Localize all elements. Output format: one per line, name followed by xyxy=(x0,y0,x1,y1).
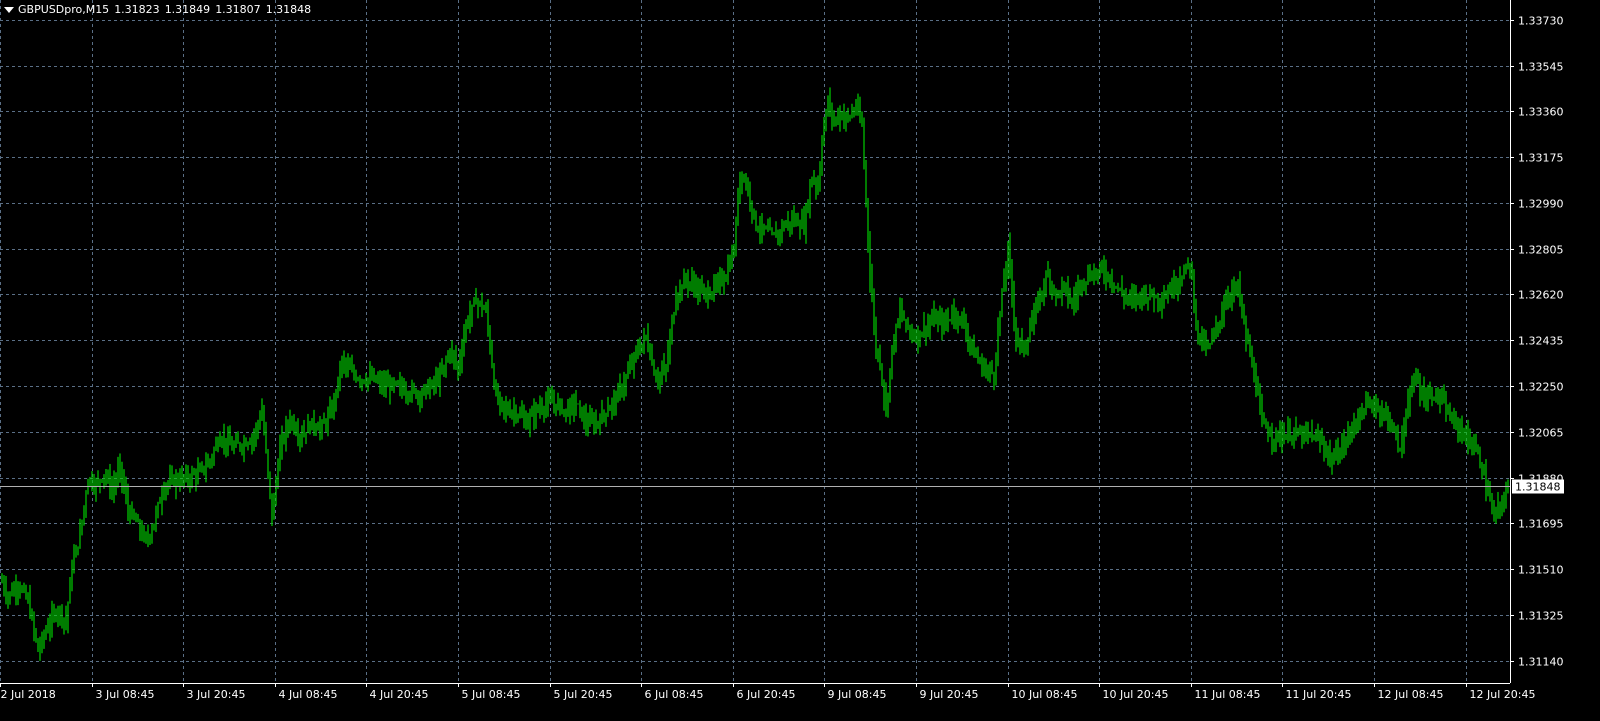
chart-window[interactable]: 1.33730 1.33545 1.33360 1.33175 1.32990 1.328… xyxy=(0,0,1600,721)
x-tick-label: 11 Jul 20:45 xyxy=(1286,688,1352,701)
current-price-label: 1.31848 xyxy=(1515,481,1561,494)
y-tick-label: 1.31325 xyxy=(1518,610,1564,623)
y-tick-label: 1.32250 xyxy=(1518,381,1564,394)
x-tick-label: 12 Jul 20:45 xyxy=(1470,688,1536,701)
x-tick-label: 9 Jul 08:45 xyxy=(828,688,887,701)
axes: 1.33730 1.33545 1.33360 1.33175 1.32990 1.328… xyxy=(0,0,1564,701)
symbol-info: GBPUSDpro,M15 1.31823 1.31849 1.31807 1.… xyxy=(4,3,316,16)
y-tick-label: 1.33360 xyxy=(1518,106,1564,119)
symbol-name: GBPUSDpro,M15 xyxy=(18,3,110,16)
y-tick-label: 1.31695 xyxy=(1518,518,1564,531)
y-tick-label: 1.32990 xyxy=(1518,198,1564,211)
x-tick-label: 2 Jul 2018 xyxy=(1,688,56,701)
y-tick-label: 1.32435 xyxy=(1518,335,1564,348)
x-tick-label: 11 Jul 08:45 xyxy=(1195,688,1261,701)
x-tick-label: 9 Jul 20:45 xyxy=(920,688,979,701)
x-tick-label: 12 Jul 08:45 xyxy=(1378,688,1444,701)
y-tick-label: 1.33545 xyxy=(1518,61,1564,74)
x-tick-label: 3 Jul 20:45 xyxy=(187,688,246,701)
y-tick-label: 1.33730 xyxy=(1518,15,1564,28)
y-tick-label: 1.33175 xyxy=(1518,152,1564,165)
y-tick-label: 1.31140 xyxy=(1518,656,1564,669)
x-tick-label: 6 Jul 20:45 xyxy=(737,688,796,701)
x-tick-label: 3 Jul 08:45 xyxy=(96,688,155,701)
price-chart[interactable]: 1.33730 1.33545 1.33360 1.33175 1.32990 1.328… xyxy=(0,0,1600,721)
dropdown-triangle-icon[interactable] xyxy=(4,6,14,13)
y-tick-label: 1.32065 xyxy=(1518,427,1564,440)
y-tick-label: 1.32620 xyxy=(1518,289,1564,302)
grid xyxy=(0,0,1510,683)
high-price: 1.31849 xyxy=(164,3,211,16)
low-price: 1.31807 xyxy=(215,3,261,16)
y-tick-label: 1.32805 xyxy=(1518,244,1564,257)
open-price: 1.31823 xyxy=(114,3,160,16)
y-tick-label: 1.31510 xyxy=(1518,564,1564,577)
close-price: 1.31848 xyxy=(265,3,312,16)
x-tick-label: 4 Jul 20:45 xyxy=(370,688,429,701)
x-tick-label: 5 Jul 20:45 xyxy=(554,688,613,701)
x-tick-label: 10 Jul 08:45 xyxy=(1012,688,1078,701)
x-tick-label: 6 Jul 08:45 xyxy=(645,688,704,701)
x-tick-label: 5 Jul 08:45 xyxy=(462,688,521,701)
x-tick-label: 10 Jul 20:45 xyxy=(1103,688,1169,701)
x-tick-label: 4 Jul 08:45 xyxy=(279,688,338,701)
